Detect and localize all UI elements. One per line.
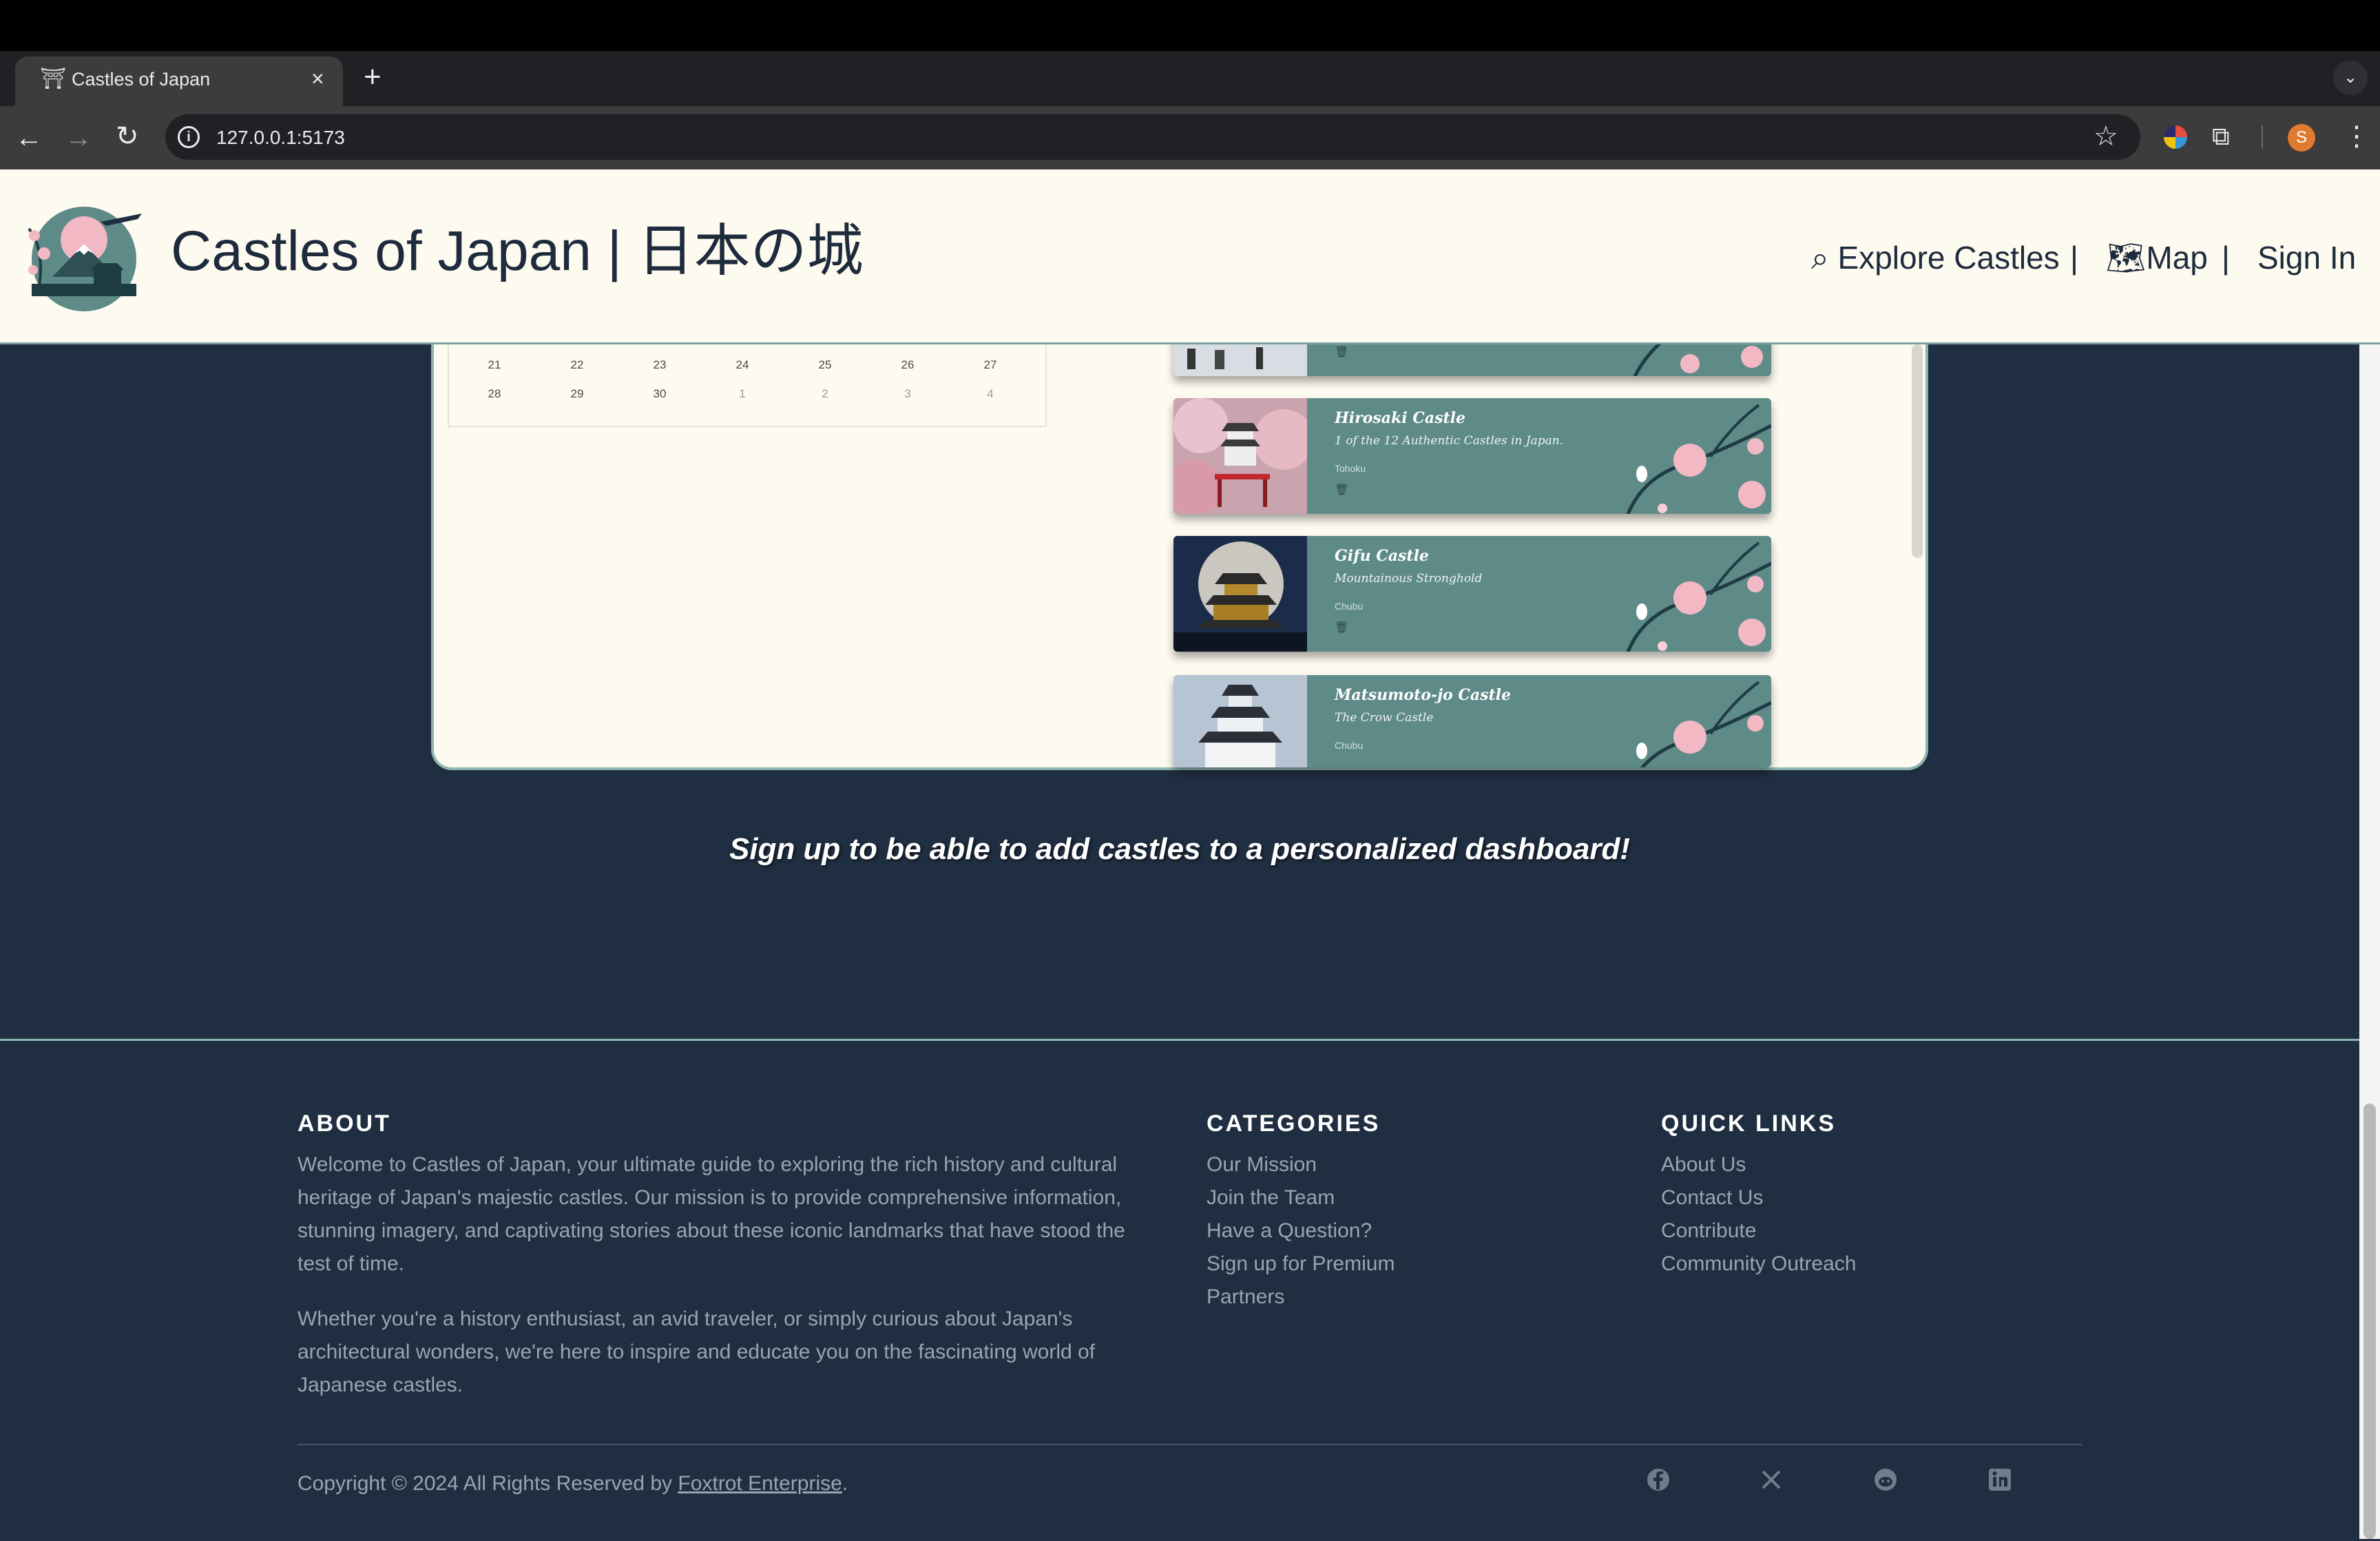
calendar-day[interactable]: 29: [556, 386, 598, 402]
castle-card[interactable]: Matsumoto-jo Castle The Crow Castle Chub…: [1173, 675, 1771, 767]
toolbar-divider: [2262, 125, 2263, 149]
footer-link-our-mission[interactable]: Our Mission: [1207, 1148, 1317, 1181]
castle-region: Chubu: [1335, 740, 1364, 751]
nav-separator: |: [2222, 240, 2230, 276]
calendar: 21 22 23 24 25 26 27 28 29 30 1 2 3 4: [448, 338, 1047, 427]
linkedin-icon[interactable]: [1986, 1466, 2014, 1493]
calendar-day[interactable]: 3: [887, 386, 928, 402]
castle-favicon-icon: ⛩: [40, 68, 67, 90]
castle-region: Chubu: [1335, 601, 1364, 612]
nav-separator: |: [2070, 240, 2078, 276]
castle-name[interactable]: Hirosaki Castle: [1335, 408, 1465, 428]
cherry-blossom-decoration: [1626, 541, 1771, 652]
categories-heading: CATEGORIES: [1207, 1110, 1381, 1137]
address-bar[interactable]: [165, 114, 2140, 160]
calendar-day[interactable]: 22: [556, 357, 598, 373]
castle-subtitle: 1 of the 12 Authentic Castles in Japan.: [1335, 434, 1564, 448]
about-text-line: Welcome to Castles of Japan, your ultima…: [298, 1153, 1118, 1176]
nav-sign-in[interactable]: Sign In: [2257, 237, 2356, 278]
trash-icon[interactable]: 🗑: [1335, 484, 1348, 497]
url-text[interactable]: 127.0.0.1:5173: [216, 124, 345, 152]
x-icon[interactable]: [1757, 1466, 1785, 1493]
copyright-text: Copyright © 2024 All Rights Reserved by: [298, 1472, 678, 1495]
tab-title: Castles of Japan: [72, 69, 211, 90]
castle-photo: [1173, 675, 1307, 767]
browser-menu-icon[interactable]: ⋮: [2343, 121, 2370, 152]
castle-name[interactable]: Matsumoto-jo Castle: [1335, 685, 1511, 705]
calendar-day[interactable]: 25: [804, 357, 846, 373]
castle-subtitle: The Crow Castle: [1335, 711, 1434, 725]
signup-message: Sign up to be able to add castles to a p…: [729, 832, 1630, 866]
castle-logo[interactable]: [25, 201, 146, 311]
page-scrollbar-thumb[interactable]: [2363, 1104, 2376, 1539]
reload-icon[interactable]: ↻: [116, 121, 139, 152]
card-list-scrollbar[interactable]: [1912, 344, 1923, 558]
search-icon: ⌕: [1811, 240, 1829, 276]
new-tab-icon[interactable]: +: [364, 62, 382, 92]
site-title[interactable]: Castles of Japan | 日本の城: [171, 214, 864, 289]
footer-link-contribute[interactable]: Contribute: [1661, 1214, 1756, 1248]
footer-link-have-question[interactable]: Have a Question?: [1207, 1214, 1372, 1248]
about-text-line: Whether you're a history enthusiast, an …: [298, 1307, 1073, 1330]
castle-region: Tohoku: [1335, 463, 1366, 474]
tab-strip: [0, 51, 2380, 106]
calendar-day[interactable]: 4: [970, 386, 1011, 402]
castle-card[interactable]: Hirosaki Castle 1 of the 12 Authentic Ca…: [1173, 398, 1771, 514]
copyright: Copyright © 2024 All Rights Reserved by …: [298, 1467, 848, 1500]
profile-avatar[interactable]: S: [2288, 124, 2315, 152]
cherry-blossom-decoration: [1636, 681, 1771, 767]
map-icon: 🗺: [2106, 240, 2147, 276]
close-tab-icon[interactable]: ×: [311, 65, 324, 92]
footer-link-premium[interactable]: Sign up for Premium: [1207, 1248, 1395, 1281]
about-text-line: test of time.: [298, 1252, 405, 1275]
footer-link-community-outreach[interactable]: Community Outreach: [1661, 1248, 1856, 1281]
extensions-puzzle-icon[interactable]: ⧉: [2212, 121, 2230, 152]
cherry-blossom-decoration: [1626, 404, 1771, 514]
calendar-day[interactable]: 23: [639, 357, 680, 373]
about-text-line: Japanese castles.: [298, 1374, 463, 1396]
forward-arrow-icon[interactable]: →: [65, 123, 92, 153]
calendar-day[interactable]: 1: [722, 386, 763, 402]
tab-list-chevron-icon[interactable]: ⌄: [2333, 61, 2368, 95]
extension-icon[interactable]: [2164, 125, 2187, 149]
copyright-link[interactable]: Foxtrot Enterprise: [678, 1472, 842, 1495]
about-text-line: stunning imagery, and captivating storie…: [298, 1219, 1125, 1242]
reddit-icon[interactable]: [1872, 1466, 1899, 1493]
calendar-day[interactable]: 27: [970, 357, 1011, 373]
footer-divider: [298, 1444, 2082, 1445]
nav-map[interactable]: 🗺Map: [2106, 237, 2208, 278]
nav-explore-castles[interactable]: ⌕ Explore Castles: [1811, 237, 2060, 278]
castle-name[interactable]: Gifu Castle: [1335, 546, 1429, 566]
castle-photo: [1173, 536, 1307, 652]
castle-photo: [1173, 398, 1307, 514]
about-text-line: heritage of Japan's majestic castles. Ou…: [298, 1186, 1122, 1209]
calendar-day[interactable]: 26: [887, 357, 928, 373]
calendar-day[interactable]: 2: [804, 386, 846, 402]
bookmark-star-icon[interactable]: ☆: [2094, 120, 2118, 153]
facebook-icon[interactable]: [1645, 1466, 1672, 1493]
nav-explore-label: Explore Castles: [1837, 240, 2060, 276]
trash-icon[interactable]: 🗑: [1335, 346, 1348, 360]
castle-subtitle: Mountainous Stronghold: [1335, 572, 1483, 586]
castle-card[interactable]: Gifu Castle Mountainous Stronghold Chubu…: [1173, 536, 1771, 652]
quick-links-heading: QUICK LINKS: [1661, 1110, 1836, 1137]
calendar-day[interactable]: 24: [722, 357, 763, 373]
footer-link-contact-us[interactable]: Contact Us: [1661, 1181, 1763, 1214]
footer-link-partners[interactable]: Partners: [1207, 1281, 1284, 1314]
copyright-suffix: .: [842, 1472, 848, 1495]
back-arrow-icon[interactable]: ←: [15, 123, 43, 153]
nav-map-label: Map: [2146, 240, 2208, 276]
footer-link-about-us[interactable]: About Us: [1661, 1148, 1746, 1181]
footer-link-join-team[interactable]: Join the Team: [1207, 1181, 1335, 1214]
trash-icon[interactable]: 🗑: [1335, 621, 1348, 635]
calendar-day[interactable]: 30: [639, 386, 680, 402]
calendar-day[interactable]: 21: [474, 357, 515, 373]
calendar-day[interactable]: 28: [474, 386, 515, 402]
about-heading: ABOUT: [298, 1110, 391, 1137]
site-info-icon[interactable]: i: [178, 126, 200, 148]
about-text-line: architectural wonders, we're here to ins…: [298, 1341, 1096, 1363]
